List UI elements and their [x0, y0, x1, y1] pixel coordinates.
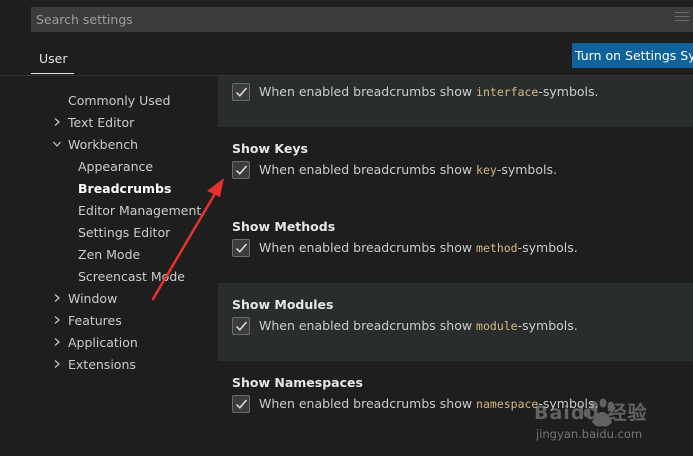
show-modules-checkbox[interactable]	[232, 317, 250, 335]
toc-item-label: Window	[68, 291, 118, 306]
settings-scope-tabs: User Turn on Settings Sync	[0, 40, 693, 76]
setting-show-modules: Show Modules When enabled breadcrumbs sh…	[218, 283, 693, 361]
show-keys-checkbox[interactable]	[232, 161, 250, 179]
toc-item-editor-management[interactable]: Editor Management	[78, 200, 201, 222]
chevron-down-icon	[53, 140, 61, 148]
show-methods-title: Show Methods	[232, 219, 336, 234]
toc-item-screencast-mode[interactable]: Screencast Mode	[78, 266, 185, 288]
toc-item-breadcrumbs[interactable]: Breadcrumbs	[78, 178, 171, 200]
toc-item-label: Workbench	[68, 137, 138, 152]
toc-item-label: Breadcrumbs	[78, 181, 172, 196]
toc-item-label: Screencast Mode	[78, 269, 185, 284]
settings-sync-button[interactable]: Turn on Settings Sync	[572, 43, 693, 68]
chevron-right-icon	[53, 338, 61, 346]
filter-icon[interactable]	[675, 12, 689, 26]
toc-item-label: Editor Management	[78, 203, 202, 218]
search-input[interactable]	[31, 7, 693, 32]
show-namespaces-title: Show Namespaces	[232, 375, 363, 390]
checkmark-icon	[235, 165, 248, 175]
show-modules-title: Show Modules	[232, 297, 334, 312]
chevron-right-icon	[53, 360, 61, 368]
toc-item-zen-mode[interactable]: Zen Mode	[78, 244, 140, 266]
show-namespaces-checkbox[interactable]	[232, 395, 250, 413]
chevron-right-icon	[53, 294, 61, 302]
toc-item-text-editor[interactable]: Text Editor	[53, 112, 134, 134]
tab-user-indicator	[31, 73, 74, 74]
setting-show-keys: Show Keys When enabled breadcrumbs show …	[218, 127, 693, 205]
toc-item-label: Commonly Used	[68, 93, 171, 108]
show-methods-description: When enabled breadcrumbs show method-sym…	[259, 240, 578, 255]
watermark-brand-text: Baidu 经验	[534, 402, 648, 424]
search-bar	[0, 0, 693, 40]
checkmark-icon	[235, 87, 248, 97]
toc-item-label: Zen Mode	[78, 247, 141, 262]
watermark-url: jingyan.baidu.com	[536, 427, 643, 441]
setting-show-methods: Show Methods When enabled breadcrumbs sh…	[218, 205, 693, 283]
toc-item-label: Appearance	[78, 159, 154, 174]
checkmark-icon	[235, 243, 248, 253]
toc-item-label: Features	[68, 313, 122, 328]
baidu-watermark-logo: Baidu 经验	[532, 392, 672, 432]
setting-show-interfaces: When enabled breadcrumbs show interface-…	[218, 76, 693, 127]
toc-item-extensions[interactable]: Extensions	[53, 354, 136, 376]
toc-item-features[interactable]: Features	[53, 310, 122, 332]
toc-item-settings-editor[interactable]: Settings Editor	[78, 222, 170, 244]
toc-item-label: Extensions	[68, 357, 136, 372]
tab-user[interactable]: User	[39, 51, 68, 66]
toc-item-appearance[interactable]: Appearance	[78, 156, 153, 178]
toc-item-application[interactable]: Application	[53, 332, 138, 354]
setting-next-cutoff	[218, 439, 693, 456]
checkmark-icon	[235, 399, 248, 409]
show-keys-description: When enabled breadcrumbs show key-symbol…	[259, 162, 557, 177]
show-modules-description: When enabled breadcrumbs show module-sym…	[259, 318, 578, 333]
show-methods-checkbox[interactable]	[232, 239, 250, 257]
toc-item-label: Text Editor	[68, 115, 135, 130]
show-interfaces-checkbox[interactable]	[232, 83, 250, 101]
toc-item-label: Application	[68, 335, 138, 350]
toc-item-workbench[interactable]: Workbench	[53, 134, 138, 156]
toc-item-label: Settings Editor	[78, 225, 171, 240]
chevron-right-icon	[53, 316, 61, 324]
show-interfaces-description: When enabled breadcrumbs show interface-…	[259, 84, 599, 99]
chevron-right-icon	[53, 118, 61, 126]
show-keys-title: Show Keys	[232, 141, 308, 156]
toc-item-window[interactable]: Window	[53, 288, 117, 310]
checkmark-icon	[235, 321, 248, 331]
toc-item-commonly-used[interactable]: Commonly Used	[68, 90, 170, 112]
